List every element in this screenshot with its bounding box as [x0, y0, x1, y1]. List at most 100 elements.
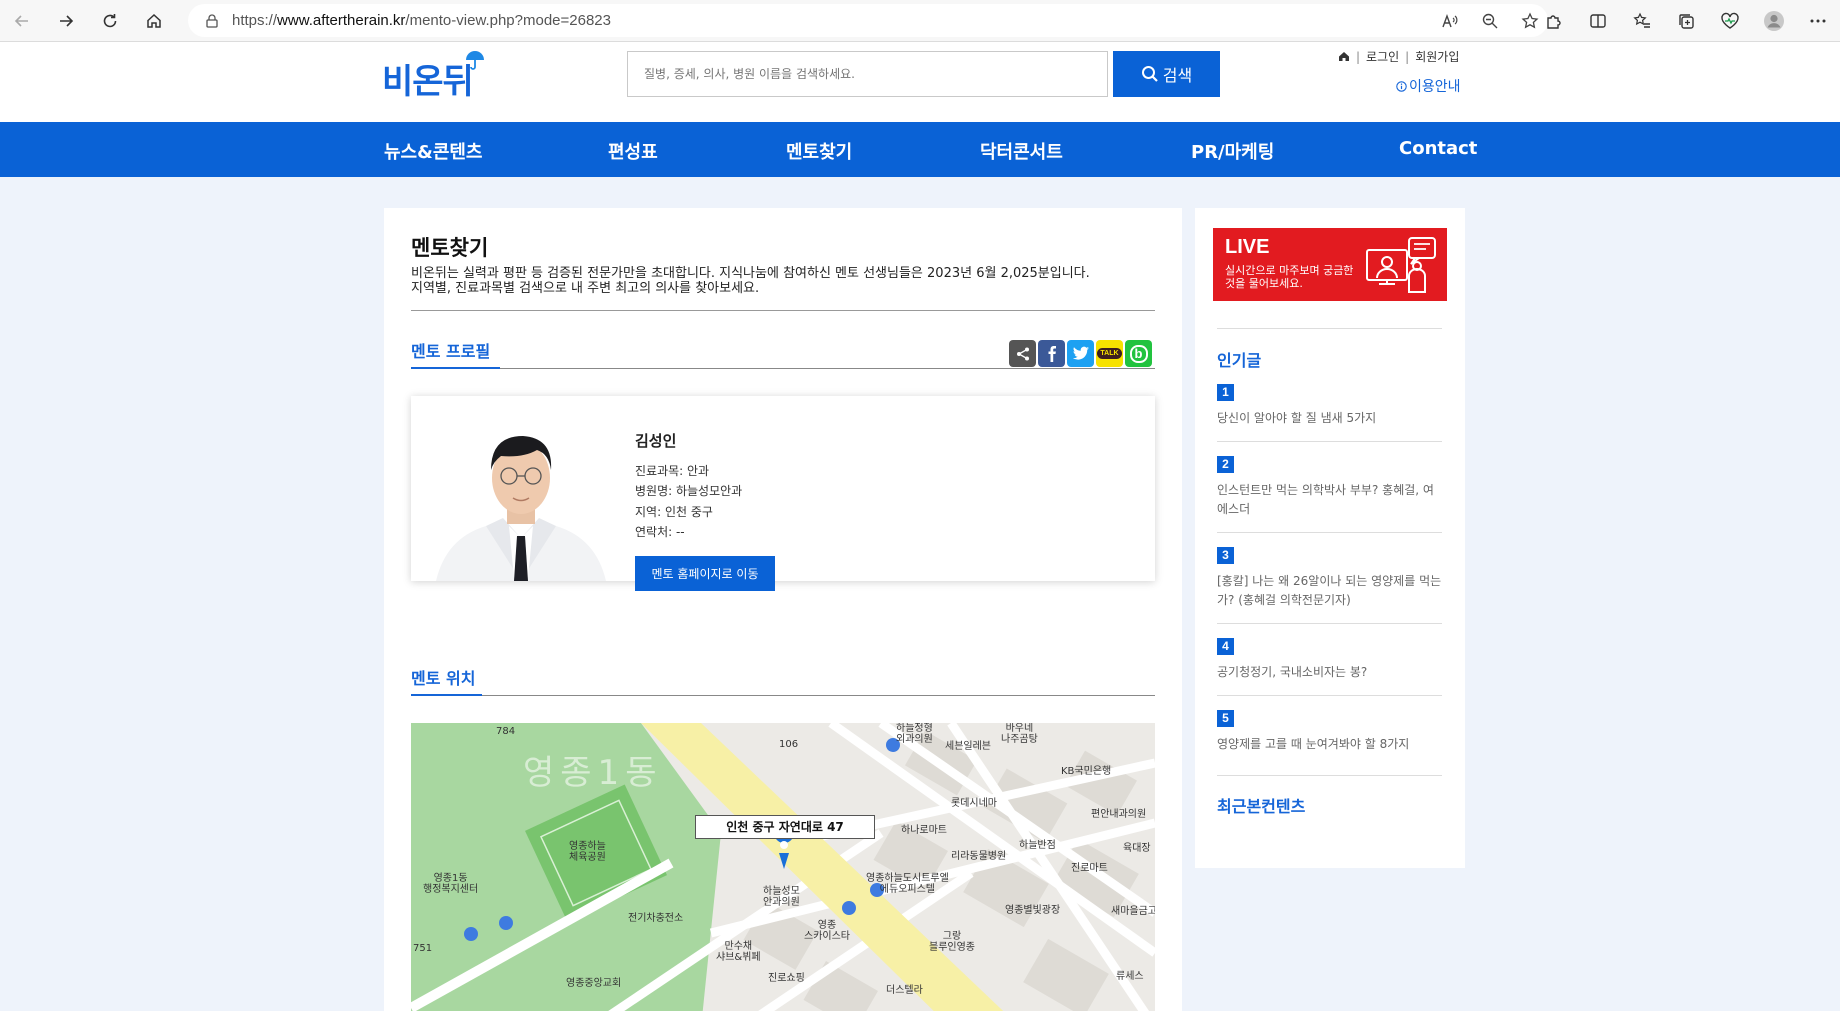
map-label: 106	[779, 739, 799, 750]
reload-icon	[103, 13, 117, 27]
site-header: 비온뒤 검색 | 로그인 | 회원가입 이용안내	[0, 42, 1840, 122]
kakaotalk-share-button[interactable]: TALK	[1096, 340, 1123, 367]
search-input[interactable]	[627, 51, 1108, 97]
map-address-label: 인천 중구 자연대로 47	[695, 815, 875, 839]
search-button[interactable]: 검색	[1113, 51, 1220, 97]
map-label: 세븐일레븐	[945, 741, 991, 752]
map-label: 육대장	[1123, 843, 1151, 854]
map-label: KB국민은행	[1061, 766, 1112, 777]
zoom-out-icon	[1482, 13, 1498, 29]
settings-menu-button[interactable]	[1796, 0, 1840, 42]
divider	[1217, 775, 1442, 776]
back-button[interactable]	[0, 0, 44, 42]
read-aloud-button[interactable]	[1430, 4, 1470, 38]
divider	[1217, 328, 1442, 329]
band-share-button[interactable]: b	[1125, 340, 1152, 367]
lock-icon	[206, 13, 218, 28]
divider	[411, 368, 1155, 369]
reload-button[interactable]	[88, 0, 132, 42]
collections-button[interactable]	[1664, 0, 1708, 42]
map-label: 그랑 블루인영종	[929, 931, 975, 953]
login-link[interactable]: 로그인	[1366, 48, 1399, 65]
intro-line-2: 지역별, 진료과목별 검색으로 내 주변 최고의 의사를 찾아보세요.	[411, 281, 760, 296]
rank-badge: 3	[1217, 547, 1234, 564]
rank-badge: 5	[1217, 710, 1234, 727]
twitter-icon	[1072, 346, 1089, 360]
section-underline	[411, 694, 482, 696]
top-links: | 로그인 | 회원가입	[1338, 48, 1459, 65]
forward-button[interactable]	[44, 0, 88, 42]
recent-contents-title: 최근본컨텐츠	[1217, 797, 1306, 816]
zoom-button[interactable]	[1470, 4, 1510, 38]
popular-item[interactable]: 인스턴트만 먹는 의학박사 부부? 홍혜걸, 여에스더	[1217, 481, 1442, 519]
mentor-department: 진료과목: 안과	[635, 464, 710, 478]
band-icon: b	[1129, 344, 1148, 363]
map-label: 751	[413, 943, 433, 954]
nav-doctor-concert[interactable]: 닥터콘서트	[980, 138, 1063, 164]
map-label: 더스텔라	[886, 985, 923, 996]
mentor-name: 김성인	[635, 432, 677, 450]
divider	[1217, 532, 1442, 533]
heart-pulse-icon	[1721, 12, 1739, 29]
search-button-label: 검색	[1162, 66, 1193, 85]
twitter-share-button[interactable]	[1067, 340, 1094, 367]
sidebar: LIVE 실시간으로 마주보며 궁금한 것을 물어보세요. 인기글 1 당신이 …	[1195, 208, 1465, 868]
map-label: 하늘성모 안과의원	[763, 886, 800, 908]
site-logo[interactable]: 비온뒤	[382, 54, 474, 103]
facebook-share-button[interactable]	[1038, 340, 1065, 367]
collections-icon	[1679, 14, 1694, 29]
popular-item[interactable]: 공기청정기, 국내소비자는 봉?	[1217, 663, 1442, 682]
map-label: 바우네 나주곰탕	[1001, 723, 1038, 745]
live-banner-subtitle: 실시간으로 마주보며 궁금한 것을 물어보세요.	[1225, 264, 1354, 290]
nav-schedule[interactable]: 편성표	[608, 138, 658, 164]
map-label: 진로쇼핑	[768, 973, 805, 984]
split-screen-button[interactable]	[1576, 0, 1620, 42]
profile-section-title: 멘토 프로필	[411, 342, 491, 361]
signup-link[interactable]: 회원가입	[1415, 48, 1459, 65]
nav-contact[interactable]: Contact	[1399, 138, 1477, 159]
extensions-button[interactable]	[1532, 0, 1576, 42]
popular-item[interactable]: 영양제를 고를 때 눈여겨봐야 할 8가지	[1217, 735, 1442, 754]
map-label: 영종하늘도시트루엘 에듀오피스텔	[866, 873, 949, 895]
nav-news-contents[interactable]: 뉴스&콘텐츠	[384, 138, 483, 164]
mentor-homepage-button[interactable]: 멘토 홈페이지로 이동	[635, 556, 775, 591]
map-label: 하나로마트	[901, 825, 947, 836]
profile-button[interactable]	[1752, 0, 1796, 42]
popular-item[interactable]: 당신이 알아야 할 질 냄새 5가지	[1217, 409, 1442, 428]
info-circle-icon	[1396, 80, 1407, 92]
popular-item[interactable]: [홍칼] 나는 왜 26알이나 되는 영양제를 먹는가? (홍혜걸 의학전문기자…	[1217, 572, 1442, 610]
nav-find-mentor[interactable]: 멘토찾기	[786, 138, 852, 164]
live-banner[interactable]: LIVE 실시간으로 마주보며 궁금한 것을 물어보세요.	[1213, 228, 1447, 301]
address-bar[interactable]: https://www.aftertherain.kr/mento-view.p…	[188, 4, 1548, 37]
map-label: 하늘반점	[1019, 840, 1056, 851]
popular-title: 인기글	[1217, 351, 1262, 370]
map-label: 영종중앙교회	[566, 978, 622, 989]
page-title: 멘토찾기	[411, 236, 489, 260]
divider	[1217, 441, 1442, 442]
favorites-button[interactable]	[1620, 0, 1664, 42]
url-prefix: https://	[232, 12, 278, 29]
map-label: 리라동물병원	[951, 851, 1007, 862]
map-label: 편안내과의원	[1091, 809, 1147, 820]
mentor-hospital: 병원명: 하늘성모안과	[635, 484, 743, 498]
divider	[411, 695, 1155, 696]
map-label: 만수채 샤브&뷔페	[716, 941, 761, 963]
home-icon[interactable]	[1338, 51, 1350, 62]
map-label: 784	[496, 726, 516, 737]
browser-essentials-button[interactable]	[1708, 0, 1752, 42]
home-button[interactable]	[132, 0, 176, 42]
nav-pr-marketing[interactable]: PR/마케팅	[1191, 138, 1274, 164]
usage-guide-label: 이용안내	[1409, 79, 1461, 95]
rank-badge: 1	[1217, 384, 1234, 401]
divider	[411, 310, 1155, 311]
location-section-title: 멘토 위치	[411, 669, 476, 688]
mentor-region: 지역: 인천 중구	[635, 505, 713, 519]
intro-line-1: 비온뒤는 실력과 평판 등 검증된 전문가만을 초대합니다. 지식나눔에 참여하…	[411, 266, 1090, 281]
mentor-location-map[interactable]: 영종1동 784 106 751 영종하늘 체육공원 영종1동 행정복지센터 전…	[411, 723, 1155, 1011]
kakaotalk-icon: TALK	[1097, 348, 1122, 359]
map-label: 롯데시네마	[951, 798, 997, 809]
read-aloud-icon	[1442, 13, 1458, 28]
share-button[interactable]	[1009, 340, 1036, 367]
usage-guide-link[interactable]: 이용안내	[1396, 76, 1461, 96]
live-banner-title: LIVE	[1225, 236, 1270, 258]
